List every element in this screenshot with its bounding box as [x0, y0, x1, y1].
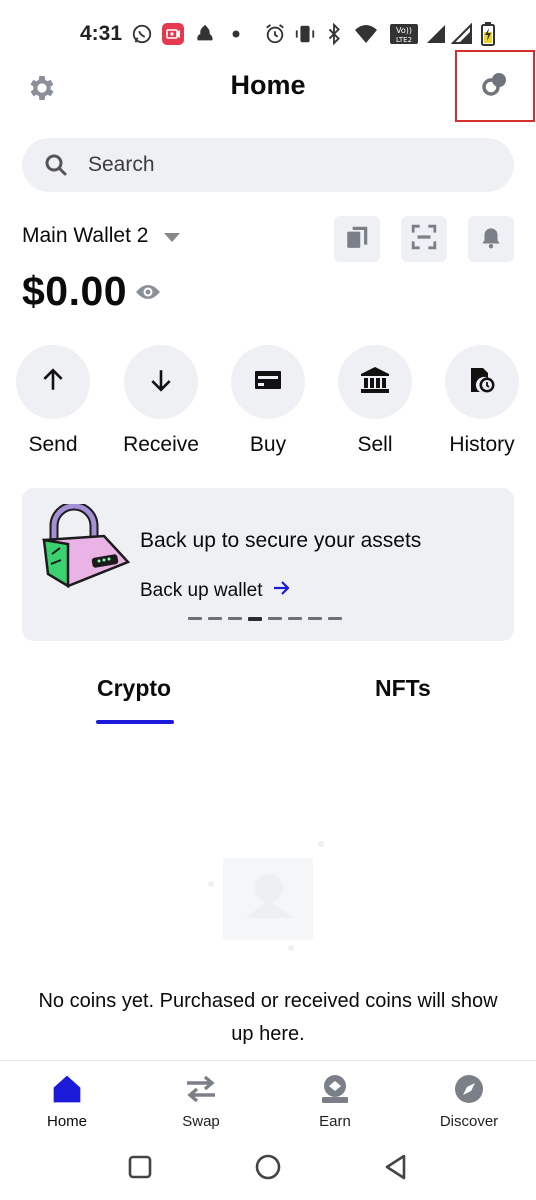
- bank-icon: [360, 366, 390, 399]
- buy-button[interactable]: [231, 345, 305, 419]
- search-input[interactable]: [88, 153, 468, 177]
- history-button[interactable]: [445, 345, 519, 419]
- circle-icon: [254, 1153, 282, 1186]
- history-label: History: [449, 433, 515, 456]
- carousel-dot-active: [248, 617, 262, 621]
- copy-address-button[interactable]: [334, 216, 380, 262]
- square-icon: [127, 1154, 153, 1185]
- wallet-balance: $0.00: [22, 268, 128, 314]
- signal-icon: [450, 22, 474, 46]
- nav-swap-label: Swap: [182, 1113, 220, 1130]
- empty-state-message: No coins yet. Purchased or received coin…: [0, 985, 536, 1051]
- caret-down-icon: [164, 232, 181, 242]
- search-bar[interactable]: [22, 138, 514, 192]
- status-time: 4:31: [80, 22, 123, 45]
- arrow-right-icon: [273, 580, 291, 602]
- arrow-up-icon: [40, 367, 66, 398]
- backup-link-label: Back up wallet: [140, 580, 263, 601]
- history-icon: [468, 366, 496, 399]
- tab-nfts[interactable]: NFTs: [375, 675, 431, 702]
- svg-text:Vo)): Vo)): [396, 26, 412, 35]
- toggle-balance-button[interactable]: [134, 280, 162, 308]
- buy-action[interactable]: Buy: [223, 345, 313, 457]
- wallet-name: Main Wallet 2: [22, 224, 149, 247]
- carousel-indicator: [188, 617, 342, 621]
- nav-swap[interactable]: Swap: [146, 1072, 256, 1130]
- receive-button[interactable]: [124, 345, 198, 419]
- home-system-button[interactable]: [252, 1153, 284, 1185]
- nav-home-label: Home: [46, 1113, 87, 1130]
- empty-state-line-2: up here.: [231, 1023, 305, 1045]
- recent-apps-button[interactable]: [124, 1153, 156, 1185]
- connected-dapps-icon: [480, 69, 510, 104]
- signal-icon: [424, 22, 448, 46]
- nav-home[interactable]: Home: [12, 1072, 122, 1130]
- search-icon: [42, 151, 70, 179]
- wallet-selector[interactable]: Main Wallet 2: [22, 224, 181, 248]
- sell-action[interactable]: Sell: [330, 345, 420, 457]
- active-tab-indicator: [96, 720, 174, 724]
- battery-icon: [476, 22, 500, 46]
- swap-icon: [184, 1072, 218, 1106]
- receive-action[interactable]: Receive: [116, 345, 206, 457]
- receive-label: Receive: [123, 433, 199, 456]
- history-action[interactable]: History: [437, 345, 527, 457]
- carousel-dot: [208, 617, 222, 620]
- wifi-icon: [354, 22, 378, 46]
- backup-title: Back up to secure your assets: [140, 529, 422, 552]
- home-icon: [50, 1072, 84, 1106]
- backup-wallet-link[interactable]: Back up wallet: [140, 580, 291, 602]
- bluetooth-icon: [322, 22, 346, 46]
- carousel-dot: [288, 617, 302, 620]
- eye-icon: [135, 282, 161, 307]
- arrow-down-icon: [148, 367, 174, 398]
- card-icon: [254, 369, 282, 396]
- notifications-button[interactable]: [468, 216, 514, 262]
- svg-text:LTE2: LTE2: [396, 36, 412, 44]
- sell-button[interactable]: [338, 345, 412, 419]
- vibrate-icon: [293, 22, 317, 46]
- compass-icon: [452, 1072, 486, 1106]
- carousel-dot: [188, 617, 202, 620]
- volte-icon: Vo)) LTE2: [389, 22, 419, 46]
- back-triangle-icon: [382, 1153, 410, 1186]
- send-button[interactable]: [16, 345, 90, 419]
- dot-icon: [224, 22, 248, 46]
- nav-earn-label: Earn: [319, 1113, 351, 1130]
- scan-button[interactable]: [401, 216, 447, 262]
- sell-label: Sell: [357, 433, 393, 456]
- lion-app-icon: [193, 22, 217, 46]
- send-label: Send: [28, 433, 78, 456]
- earn-icon: [318, 1072, 352, 1106]
- connected-dapps-button[interactable]: [455, 50, 535, 122]
- carousel-dot: [308, 617, 322, 620]
- send-action[interactable]: Send: [8, 345, 98, 457]
- nav-earn[interactable]: Earn: [280, 1072, 390, 1130]
- carousel-dot: [268, 617, 282, 620]
- carousel-dot: [328, 617, 342, 620]
- screen-record-icon: [161, 22, 185, 46]
- buy-label: Buy: [249, 433, 287, 456]
- nav-discover[interactable]: Discover: [414, 1072, 524, 1130]
- padlock-illustration: [40, 501, 132, 590]
- nav-discover-label: Discover: [439, 1113, 499, 1130]
- bell-icon: [478, 224, 504, 255]
- scan-icon: [411, 224, 437, 255]
- carousel-dot: [228, 617, 242, 620]
- tab-crypto[interactable]: Crypto: [97, 675, 171, 702]
- back-button[interactable]: [380, 1153, 412, 1185]
- copy-icon: [344, 224, 370, 255]
- empty-coins-illustration: [205, 836, 330, 954]
- whatsapp-icon: [130, 22, 154, 46]
- empty-state-line-1: No coins yet. Purchased or received coin…: [38, 990, 498, 1012]
- alarm-icon: [263, 22, 287, 46]
